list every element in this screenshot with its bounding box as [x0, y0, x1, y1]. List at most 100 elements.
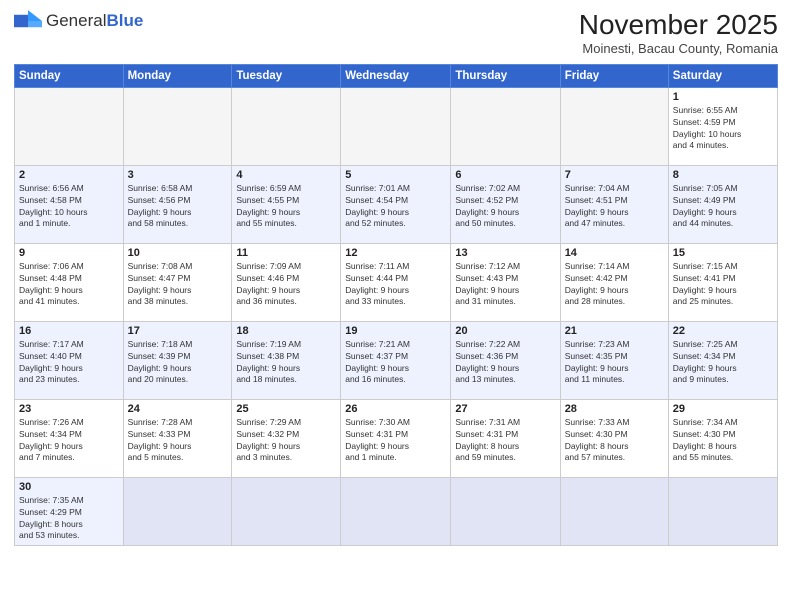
location-subtitle: Moinesti, Bacau County, Romania [579, 41, 778, 56]
day-number: 8 [673, 169, 773, 181]
calendar-table: Sunday Monday Tuesday Wednesday Thursday… [14, 64, 778, 547]
logo-area: GeneralBlue [14, 10, 143, 32]
day-info: Sunrise: 7:05 AM Sunset: 4:49 PM Dayligh… [673, 183, 773, 231]
calendar-header-row: Sunday Monday Tuesday Wednesday Thursday… [15, 64, 778, 87]
col-saturday: Saturday [668, 64, 777, 87]
day-info: Sunrise: 7:25 AM Sunset: 4:34 PM Dayligh… [673, 339, 773, 387]
day-info: Sunrise: 7:21 AM Sunset: 4:37 PM Dayligh… [345, 339, 446, 387]
day-number: 12 [345, 247, 446, 259]
day-info: Sunrise: 7:33 AM Sunset: 4:30 PM Dayligh… [565, 417, 664, 465]
day-info: Sunrise: 7:12 AM Sunset: 4:43 PM Dayligh… [455, 261, 555, 309]
day-info: Sunrise: 7:06 AM Sunset: 4:48 PM Dayligh… [19, 261, 119, 309]
calendar-week-row: 2Sunrise: 6:56 AM Sunset: 4:58 PM Daylig… [15, 165, 778, 243]
table-row [560, 477, 668, 546]
table-row: 11 Sunrise: 7:09 AM Sunset: 4:46 PM Dayli… [232, 243, 341, 321]
day-info: Sunrise: 7:08 AM Sunset: 4:47 PM Dayligh… [128, 261, 228, 309]
day-number: 24 [128, 403, 228, 415]
day-number: 7 [565, 169, 664, 181]
day-info: Sunrise: 7:09 AM Sunset: 4:46 PM Dayligh… [236, 261, 336, 309]
title-area: November 2025 Moinesti, Bacau County, Ro… [579, 10, 778, 56]
day-info: Sunrise: 7:18 AM Sunset: 4:39 PM Dayligh… [128, 339, 228, 387]
table-row: 14 Sunrise: 7:14 AM Sunset: 4:42 PM Dayli… [560, 243, 668, 321]
day-number: 16 [19, 325, 119, 337]
table-row: 6 Sunrise: 7:02 AM Sunset: 4:52 PM Daylig… [451, 165, 560, 243]
day-number: 1 [673, 91, 773, 103]
table-row [668, 477, 777, 546]
table-row [451, 477, 560, 546]
table-row: 1 Sunrise: 6:55 AM Sunset: 4:59 PM Daylig… [668, 87, 777, 165]
table-row: 28 Sunrise: 7:33 AM Sunset: 4:30 PM Dayli… [560, 399, 668, 477]
table-row: 5 Sunrise: 7:01 AM Sunset: 4:54 PM Daylig… [341, 165, 451, 243]
day-number: 29 [673, 403, 773, 415]
day-info: Sunrise: 7:15 AM Sunset: 4:41 PM Dayligh… [673, 261, 773, 309]
day-info: Sunrise: 7:22 AM Sunset: 4:36 PM Dayligh… [455, 339, 555, 387]
page: GeneralBlue November 2025 Moinesti, Baca… [0, 0, 792, 612]
day-number: 18 [236, 325, 336, 337]
day-info: Sunrise: 7:31 AM Sunset: 4:31 PM Dayligh… [455, 417, 555, 465]
table-row: 19 Sunrise: 7:21 AM Sunset: 4:37 PM Dayli… [341, 321, 451, 399]
day-number: 4 [236, 169, 336, 181]
table-row: 30Sunrise: 7:35 AM Sunset: 4:29 PM Dayli… [15, 477, 124, 546]
logo-text: GeneralBlue [46, 11, 143, 31]
table-row: 12 Sunrise: 7:11 AM Sunset: 4:44 PM Dayli… [341, 243, 451, 321]
calendar-week-row: 23Sunrise: 7:26 AM Sunset: 4:34 PM Dayli… [15, 399, 778, 477]
col-sunday: Sunday [15, 64, 124, 87]
day-number: 21 [565, 325, 664, 337]
table-row: 23Sunrise: 7:26 AM Sunset: 4:34 PM Dayli… [15, 399, 124, 477]
table-row: 21 Sunrise: 7:23 AM Sunset: 4:35 PM Dayli… [560, 321, 668, 399]
day-info: Sunrise: 7:23 AM Sunset: 4:35 PM Dayligh… [565, 339, 664, 387]
day-number: 27 [455, 403, 555, 415]
table-row: 16Sunrise: 7:17 AM Sunset: 4:40 PM Dayli… [15, 321, 124, 399]
day-number: 30 [19, 481, 119, 493]
table-row: 24 Sunrise: 7:28 AM Sunset: 4:33 PM Dayli… [123, 399, 232, 477]
day-info: Sunrise: 7:02 AM Sunset: 4:52 PM Dayligh… [455, 183, 555, 231]
day-info: Sunrise: 7:30 AM Sunset: 4:31 PM Dayligh… [345, 417, 446, 465]
table-row: 4Sunrise: 6:59 AM Sunset: 4:55 PM Daylig… [232, 165, 341, 243]
table-row: 3Sunrise: 6:58 AM Sunset: 4:56 PM Daylig… [123, 165, 232, 243]
col-wednesday: Wednesday [341, 64, 451, 87]
day-info: Sunrise: 7:01 AM Sunset: 4:54 PM Dayligh… [345, 183, 446, 231]
day-info: Sunrise: 7:26 AM Sunset: 4:34 PM Dayligh… [19, 417, 119, 465]
col-tuesday: Tuesday [232, 64, 341, 87]
day-info: Sunrise: 7:14 AM Sunset: 4:42 PM Dayligh… [565, 261, 664, 309]
table-row [341, 477, 451, 546]
table-row: 18Sunrise: 7:19 AM Sunset: 4:38 PM Dayli… [232, 321, 341, 399]
calendar-week-row: 30Sunrise: 7:35 AM Sunset: 4:29 PM Dayli… [15, 477, 778, 546]
table-row [232, 87, 341, 165]
day-number: 20 [455, 325, 555, 337]
day-number: 6 [455, 169, 555, 181]
table-row: 2Sunrise: 6:56 AM Sunset: 4:58 PM Daylig… [15, 165, 124, 243]
table-row: 15Sunrise: 7:15 AM Sunset: 4:41 PM Dayli… [668, 243, 777, 321]
day-number: 28 [565, 403, 664, 415]
table-row [123, 477, 232, 546]
day-number: 14 [565, 247, 664, 259]
calendar-week-row: 9Sunrise: 7:06 AM Sunset: 4:48 PM Daylig… [15, 243, 778, 321]
day-info: Sunrise: 7:11 AM Sunset: 4:44 PM Dayligh… [345, 261, 446, 309]
day-number: 11 [236, 247, 336, 259]
month-title: November 2025 [579, 10, 778, 41]
col-monday: Monday [123, 64, 232, 87]
table-row [123, 87, 232, 165]
day-info: Sunrise: 7:28 AM Sunset: 4:33 PM Dayligh… [128, 417, 228, 465]
day-info: Sunrise: 7:29 AM Sunset: 4:32 PM Dayligh… [236, 417, 336, 465]
day-info: Sunrise: 6:58 AM Sunset: 4:56 PM Dayligh… [128, 183, 228, 231]
day-number: 5 [345, 169, 446, 181]
day-number: 19 [345, 325, 446, 337]
table-row: 29 Sunrise: 7:34 AM Sunset: 4:30 PM Dayli… [668, 399, 777, 477]
table-row [341, 87, 451, 165]
day-info: Sunrise: 6:55 AM Sunset: 4:59 PM Dayligh… [673, 105, 773, 153]
calendar-week-row: 16Sunrise: 7:17 AM Sunset: 4:40 PM Dayli… [15, 321, 778, 399]
table-row: 9Sunrise: 7:06 AM Sunset: 4:48 PM Daylig… [15, 243, 124, 321]
day-number: 17 [128, 325, 228, 337]
col-friday: Friday [560, 64, 668, 87]
day-info: Sunrise: 7:34 AM Sunset: 4:30 PM Dayligh… [673, 417, 773, 465]
table-row [560, 87, 668, 165]
table-row: 27 Sunrise: 7:31 AM Sunset: 4:31 PM Dayli… [451, 399, 560, 477]
day-number: 22 [673, 325, 773, 337]
table-row: 8 Sunrise: 7:05 AM Sunset: 4:49 PM Daylig… [668, 165, 777, 243]
calendar-week-row: 1 Sunrise: 6:55 AM Sunset: 4:59 PM Daylig… [15, 87, 778, 165]
table-row: 25Sunrise: 7:29 AM Sunset: 4:32 PM Dayli… [232, 399, 341, 477]
table-row: 7Sunrise: 7:04 AM Sunset: 4:51 PM Daylig… [560, 165, 668, 243]
table-row: 22 Sunrise: 7:25 AM Sunset: 4:34 PM Dayli… [668, 321, 777, 399]
generalblue-logo-icon [14, 10, 42, 32]
